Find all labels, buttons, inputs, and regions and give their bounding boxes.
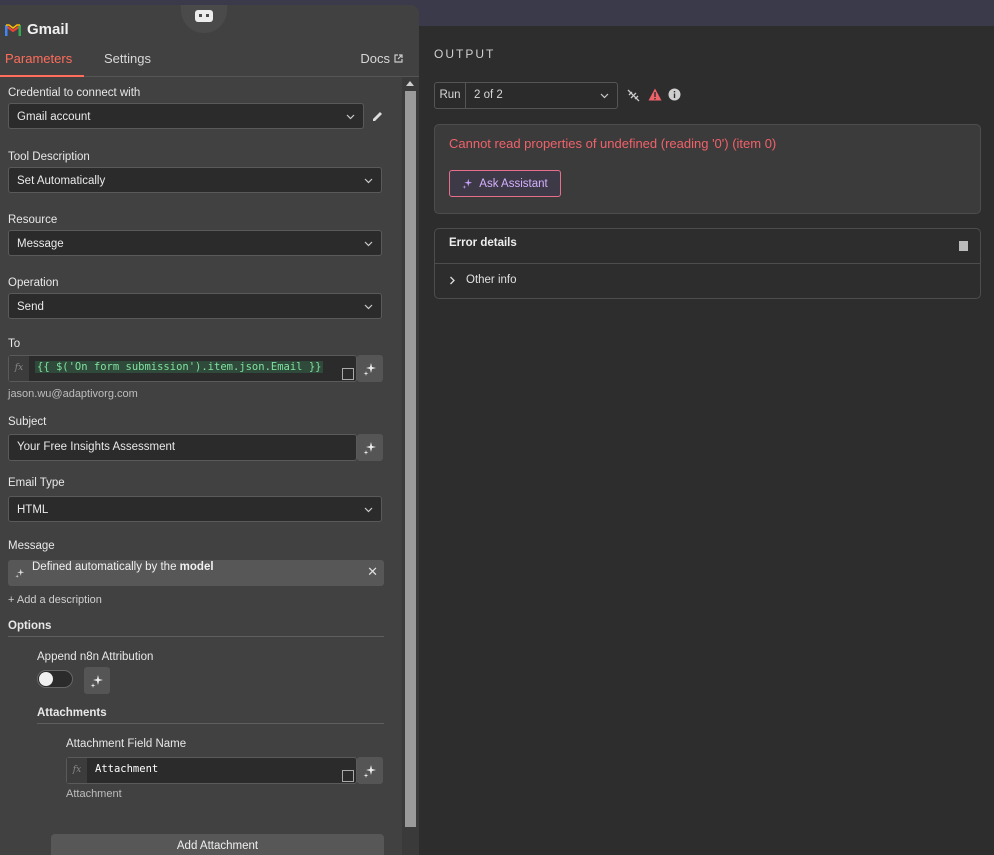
scrollbar[interactable] [402, 77, 419, 855]
tool-description-value: Set Automatically [17, 175, 106, 187]
divider [37, 723, 384, 724]
add-description-link[interactable]: + Add a description [8, 594, 102, 606]
resource-value: Message [17, 238, 64, 250]
attachment-field-label: Attachment Field Name [66, 738, 187, 750]
other-info-toggle[interactable]: Other info [449, 274, 517, 286]
email-type-label: Email Type [8, 477, 65, 489]
node-title: Gmail [5, 21, 69, 38]
tab-settings[interactable]: Settings [104, 51, 151, 66]
attachment-field-value: Attachment [95, 763, 159, 775]
copy-icon[interactable] [959, 241, 968, 251]
sparkle-icon [363, 441, 376, 455]
sparkle-icon [462, 178, 473, 189]
tool-description-label: Tool Description [8, 151, 90, 163]
docs-link[interactable]: Docs [360, 51, 403, 66]
tab-parameters[interactable]: Parameters [0, 51, 85, 77]
toggle-knob [39, 672, 53, 686]
chevron-down-icon [364, 507, 373, 513]
run-selector[interactable]: Run 2 of 2 [434, 82, 618, 109]
message-auto-field[interactable]: Defined automatically by the model ✕ [8, 560, 384, 586]
chevron-down-icon [346, 114, 355, 120]
append-attribution-label: Append n8n Attribution [37, 651, 154, 663]
sparkle-icon [363, 764, 376, 778]
to-resolved-value: jason.wu@adaptivorg.com [8, 388, 138, 400]
chevron-right-icon [450, 276, 455, 284]
external-link-icon [394, 54, 403, 63]
attachment-resolved-value: Attachment [66, 788, 122, 800]
ai-sparkle-button[interactable] [357, 757, 383, 784]
subject-label: Subject [8, 416, 47, 428]
operation-select[interactable]: Send [8, 293, 382, 319]
to-expression-field[interactable]: fx {{ $('On form submission').item.json.… [8, 355, 357, 382]
credential-value: Gmail account [17, 111, 91, 123]
unlink-icon[interactable] [627, 89, 640, 102]
attachment-field-input[interactable]: fx Attachment [66, 757, 357, 784]
resource-label: Resource [8, 214, 58, 226]
node-title-text: Gmail [27, 21, 69, 38]
email-type-value: HTML [17, 504, 49, 516]
operation-value: Send [17, 301, 44, 313]
run-label: Run [435, 83, 466, 108]
message-auto-bold: model [179, 561, 214, 573]
chevron-down-icon [600, 93, 609, 99]
message-auto-text: Defined automatically by the model [32, 561, 214, 573]
error-details-panel: Error details Other info [434, 228, 981, 299]
to-label: To [8, 338, 21, 350]
credential-select[interactable]: Gmail account [8, 103, 364, 129]
chevron-down-icon [364, 241, 373, 247]
warning-icon [648, 88, 662, 101]
to-expression: {{ $('On form submission').item.json.Ema… [35, 361, 324, 373]
node-parameters-panel: Gmail Parameters Settings Docs Credentia… [0, 5, 419, 855]
attachments-heading: Attachments [37, 707, 107, 719]
credential-label: Credential to connect with [8, 87, 141, 99]
ai-sparkle-button[interactable] [357, 355, 383, 382]
sparkle-icon [15, 568, 25, 578]
ask-assistant-button[interactable]: Ask Assistant [449, 170, 561, 197]
chevron-down-icon [364, 304, 373, 310]
ai-sparkle-button[interactable] [357, 434, 383, 461]
run-value: 2 of 2 [474, 89, 503, 101]
chevron-down-icon [364, 178, 373, 184]
error-box: Cannot read properties of undefined (rea… [434, 124, 981, 214]
output-panel: OUTPUT Run 2 of 2 Cannot read properties… [419, 26, 994, 855]
operation-label: Operation [8, 277, 59, 289]
subject-value: Your Free Insights Assessment [17, 441, 176, 453]
error-message: Cannot read properties of undefined (rea… [449, 136, 777, 151]
output-title: OUTPUT [434, 47, 496, 61]
ai-sparkle-button[interactable] [84, 667, 110, 694]
edit-credential-icon[interactable] [371, 110, 384, 123]
ask-assistant-label: Ask Assistant [479, 177, 548, 190]
scroll-up-arrow-icon[interactable] [406, 81, 414, 86]
fx-icon: fx [67, 758, 87, 783]
message-label: Message [8, 540, 55, 552]
sparkle-icon [363, 362, 376, 376]
append-attribution-toggle[interactable] [37, 670, 73, 688]
options-heading: Options [8, 620, 52, 632]
fx-icon: fx [9, 356, 29, 381]
close-icon[interactable]: ✕ [367, 564, 378, 580]
other-info-label: Other info [466, 274, 517, 286]
info-icon[interactable] [668, 88, 681, 101]
docs-label: Docs [360, 51, 390, 66]
message-auto-prefix: Defined automatically by the [32, 561, 180, 573]
expand-icon[interactable] [342, 368, 354, 380]
tool-description-select[interactable]: Set Automatically [8, 167, 382, 193]
subject-input[interactable]: Your Free Insights Assessment [8, 434, 357, 461]
email-type-select[interactable]: HTML [8, 496, 382, 522]
add-attachment-button[interactable]: Add Attachment [51, 834, 384, 855]
expand-icon[interactable] [342, 770, 354, 782]
sparkle-icon [90, 674, 103, 688]
gmail-logo-icon [5, 23, 21, 36]
resource-select[interactable]: Message [8, 230, 382, 256]
divider [8, 636, 384, 637]
scroll-thumb[interactable] [405, 91, 416, 827]
error-details-title: Error details [449, 237, 517, 249]
